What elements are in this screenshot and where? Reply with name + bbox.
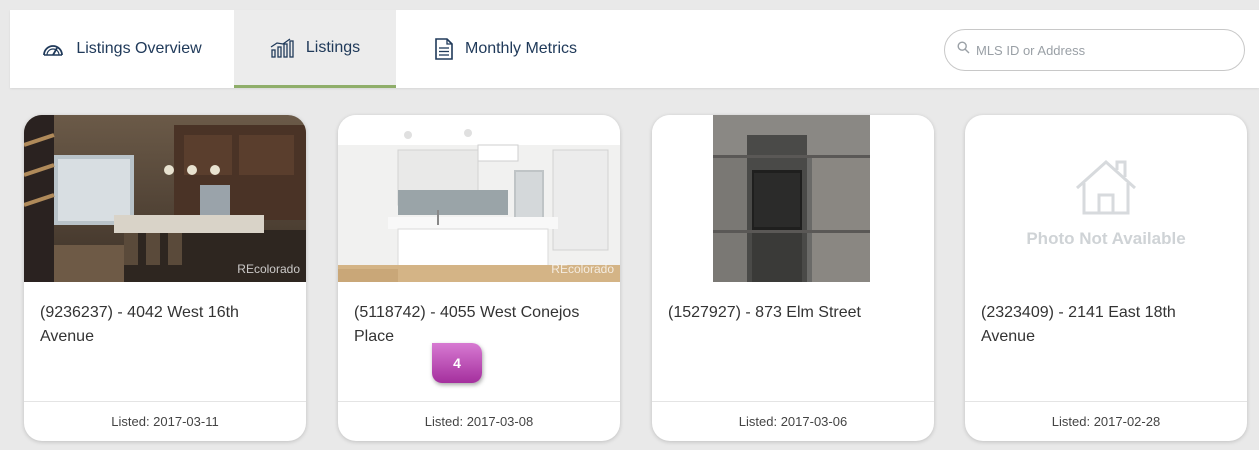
tab-listings[interactable]: Listings: [234, 10, 396, 88]
tab-monthly-metrics[interactable]: Monthly Metrics: [396, 10, 616, 88]
tab-label: Monthly Metrics: [464, 40, 578, 57]
photo-watermark: REcolorado: [551, 262, 614, 276]
tab-label: Listings Overview: [76, 40, 202, 57]
listing-photo[interactable]: REcolorado: [338, 115, 620, 282]
listing-photo[interactable]: Photo Not Available: [965, 115, 1247, 282]
search-box[interactable]: [944, 29, 1245, 71]
tab-label: Listings: [305, 38, 361, 56]
listing-title[interactable]: (9236237) - 4042 West 16th Avenue: [40, 301, 292, 349]
listed-date: Listed: 2017-03-06: [652, 401, 934, 441]
listing-photo[interactable]: [652, 115, 934, 282]
listing-card[interactable]: Photo Not Available (2323409) - 2141 Eas…: [965, 115, 1247, 441]
listing-card[interactable]: REcolorado (5118742) - 4055 West Conejos…: [338, 115, 620, 441]
speedometer-icon: [42, 40, 64, 58]
search-input[interactable]: [976, 42, 1226, 58]
listed-date: Listed: 2017-02-28: [965, 401, 1247, 441]
bar-chart-icon: [270, 37, 294, 58]
listing-title[interactable]: (5118742) - 4055 West Conejos Place: [354, 301, 606, 349]
photo-not-available: Photo Not Available: [1026, 229, 1186, 248]
callout-badge: 4: [432, 343, 482, 383]
listing-card[interactable]: REcolorado (9236237) - 4042 West 16th Av…: [24, 115, 306, 441]
listing-title[interactable]: (1527927) - 873 Elm Street: [668, 301, 920, 325]
listed-date: Listed: 2017-03-08: [338, 401, 620, 441]
document-icon: [435, 38, 453, 60]
house-icon: [1075, 159, 1137, 215]
listing-title[interactable]: (2323409) - 2141 East 18th Avenue: [981, 301, 1233, 349]
listed-date: Listed: 2017-03-11: [24, 401, 306, 441]
photo-watermark: REcolorado: [237, 262, 300, 276]
top-nav-bar: Listings Overview Listings Monthly Metri: [10, 10, 1259, 88]
tab-listings-overview[interactable]: Listings Overview: [10, 10, 234, 88]
listing-photo[interactable]: REcolorado: [24, 115, 306, 282]
search-icon: [957, 41, 970, 59]
listing-card[interactable]: (1527927) - 873 Elm Street Listed: 2017-…: [652, 115, 934, 441]
